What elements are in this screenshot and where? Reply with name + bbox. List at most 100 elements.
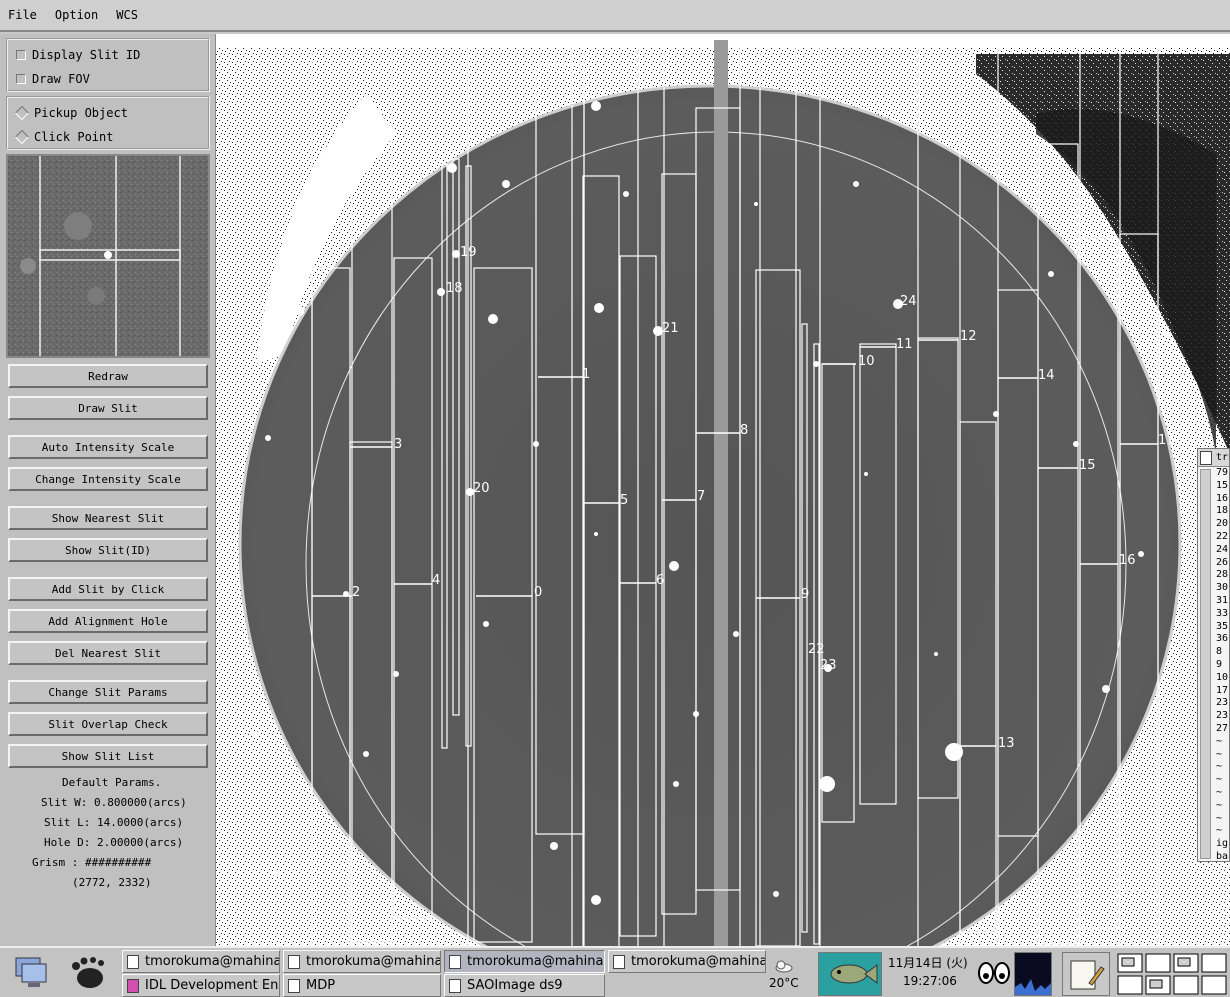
slit-width-param: Slit W: 0.800000(arcs): [41, 796, 187, 809]
terminal-icon: [127, 954, 139, 969]
display-slit-id-label: Display Slit ID: [32, 48, 141, 62]
add-slit-by-click-button[interactable]: Add Slit by Click: [8, 577, 208, 601]
slit-label-11: 11: [896, 337, 913, 352]
menu-file[interactable]: File: [8, 8, 37, 22]
workspace-switcher[interactable]: [1116, 952, 1228, 996]
draw-fov-label: Draw FOV: [32, 72, 90, 86]
grism-param: Grism : ##########: [32, 856, 152, 869]
del-nearest-slit-button[interactable]: Del Nearest Slit: [8, 641, 208, 665]
task-label: SAOImage ds9: [467, 978, 563, 993]
task-idl[interactable]: IDL Development Envir: [122, 974, 280, 997]
slit-label-1: 1: [582, 367, 590, 382]
zoom-thumbnail-image: [8, 156, 208, 356]
default-params-title: Default Params.: [62, 776, 162, 789]
weather-temp: 20°C: [769, 976, 799, 990]
slit-label-8: 8: [740, 423, 748, 438]
show-slit-list-button[interactable]: Show Slit List: [8, 744, 208, 768]
idl-icon: [127, 978, 139, 993]
slit-list-scrollbar[interactable]: [1200, 469, 1211, 859]
slit-label-24: 24: [900, 294, 917, 309]
slit-label-12: 12: [960, 329, 977, 344]
slit-label-19: 19: [460, 245, 477, 260]
slit-list-window[interactable]: tr 79 15 16 18 20 22 24 26 28 30 31 33 35 36 8 9 10 17 23 2…: [1197, 448, 1230, 862]
slit-label-9: 9: [801, 587, 809, 602]
slit-label-16: 16: [1119, 553, 1136, 568]
window-icon: [288, 954, 300, 969]
radio-diamond[interactable]: [14, 129, 30, 145]
checkbox-box[interactable]: [16, 50, 26, 60]
zoom-thumbnail: [6, 154, 210, 358]
slit-label-5: 5: [620, 493, 628, 508]
slit-label-4: 4: [432, 573, 440, 588]
window-icon: [449, 954, 461, 969]
eyes-applet-icon[interactable]: [978, 962, 1010, 984]
window-icon: [449, 978, 461, 993]
slit-label-23: 23: [820, 658, 837, 673]
slit-label-18: 18: [446, 281, 463, 296]
control-panel: Display Slit ID Draw FOV Pickup Object C…: [0, 34, 216, 946]
task-label: tmorokuma@mahina:/d: [467, 954, 604, 969]
slit-label-2: 2: [352, 585, 360, 600]
slit-label-14: 14: [1038, 368, 1055, 383]
click-point-label: Click Point: [34, 130, 114, 144]
task-label: tmorokuma@mahina:/d: [306, 954, 441, 969]
task-terminal-4[interactable]: tmorokuma@mahina:/d: [608, 950, 766, 973]
computer-icon[interactable]: [14, 956, 50, 990]
slit-label-15: 15: [1079, 458, 1096, 473]
window-icon: [288, 978, 300, 993]
menu-option[interactable]: Option: [55, 8, 98, 22]
task-ds9[interactable]: SAOImage ds9: [444, 974, 605, 997]
window-icon: [613, 954, 625, 969]
show-slit-id-button[interactable]: Show Slit(ID): [8, 538, 208, 562]
change-intensity-scale-button[interactable]: Change Intensity Scale: [8, 467, 208, 491]
task-mdp[interactable]: MDP: [283, 974, 441, 997]
task-label: tmorokuma@mahina:/d: [145, 954, 280, 969]
slit-label-20: 20: [473, 481, 490, 496]
slit-label-7: 7: [697, 489, 705, 504]
gnome-foot-icon[interactable]: [66, 956, 112, 990]
task-terminal-2[interactable]: tmorokuma@mahina:/d: [283, 950, 441, 973]
cpu-monitor-icon[interactable]: [1014, 952, 1052, 996]
hole-diameter-param: Hole D: 2.00000(arcs): [44, 836, 184, 849]
click-point-radio[interactable]: Click Point: [14, 129, 114, 145]
pickup-object-radio[interactable]: Pickup Object: [14, 105, 128, 121]
slit-label-21: 21: [662, 321, 679, 336]
task-label: IDL Development Envir: [145, 978, 280, 993]
slit-label-6: 6: [656, 573, 664, 588]
show-nearest-slit-button[interactable]: Show Nearest Slit: [8, 506, 208, 530]
redraw-button[interactable]: Redraw: [8, 364, 208, 388]
slit-label-10: 10: [858, 354, 875, 369]
menu-bar: File Option WCS: [0, 0, 1230, 32]
task-terminal-1[interactable]: tmorokuma@mahina:/d: [122, 950, 280, 973]
taskbar: tmorokuma@mahina:/d tmorokuma@mahina:/d …: [0, 946, 1230, 997]
cursor-coords: (2772, 2332): [72, 876, 152, 889]
slit-list-titlebar[interactable]: tr: [1198, 449, 1229, 467]
weather-cloud-icon[interactable]: [774, 958, 794, 973]
slit-label-3: 3: [394, 437, 402, 452]
display-options-group: Display Slit ID Draw FOV: [6, 38, 210, 92]
draw-fov-checkbox[interactable]: Draw FOV: [16, 72, 90, 86]
pick-mode-group: Pickup Object Click Point: [6, 96, 210, 150]
task-label: tmorokuma@mahina:/d: [631, 954, 766, 969]
slit-label-13: 13: [998, 736, 1015, 751]
radio-diamond[interactable]: [14, 105, 30, 121]
auto-intensity-scale-button[interactable]: Auto Intensity Scale: [8, 435, 208, 459]
window-icon: [1200, 450, 1212, 465]
draw-slit-button[interactable]: Draw Slit: [8, 396, 208, 420]
pickup-object-label: Pickup Object: [34, 106, 128, 120]
task-label: MDP: [306, 978, 336, 993]
add-alignment-hole-button[interactable]: Add Alignment Hole: [8, 609, 208, 633]
fish-applet-icon[interactable]: [818, 952, 882, 996]
slit-list-title: tr: [1216, 452, 1229, 463]
notepad-launcher-icon[interactable]: [1062, 952, 1110, 996]
field-image-svg[interactable]: 0 1 2 3 4 5 6 7 8 9 10 11 12 13 14 15 16…: [216, 34, 1230, 946]
menu-wcs[interactable]: WCS: [116, 8, 138, 22]
display-slit-id-checkbox[interactable]: Display Slit ID: [16, 48, 140, 62]
task-terminal-3[interactable]: tmorokuma@mahina:/d: [444, 950, 605, 973]
image-display[interactable]: 0 1 2 3 4 5 6 7 8 9 10 11 12 13 14 15 16…: [216, 34, 1230, 946]
slit-length-param: Slit L: 14.0000(arcs): [44, 816, 184, 829]
slit-label-22: 22: [808, 642, 825, 657]
checkbox-box[interactable]: [16, 74, 26, 84]
change-slit-params-button[interactable]: Change Slit Params: [8, 680, 208, 704]
slit-overlap-check-button[interactable]: Slit Overlap Check: [8, 712, 208, 736]
